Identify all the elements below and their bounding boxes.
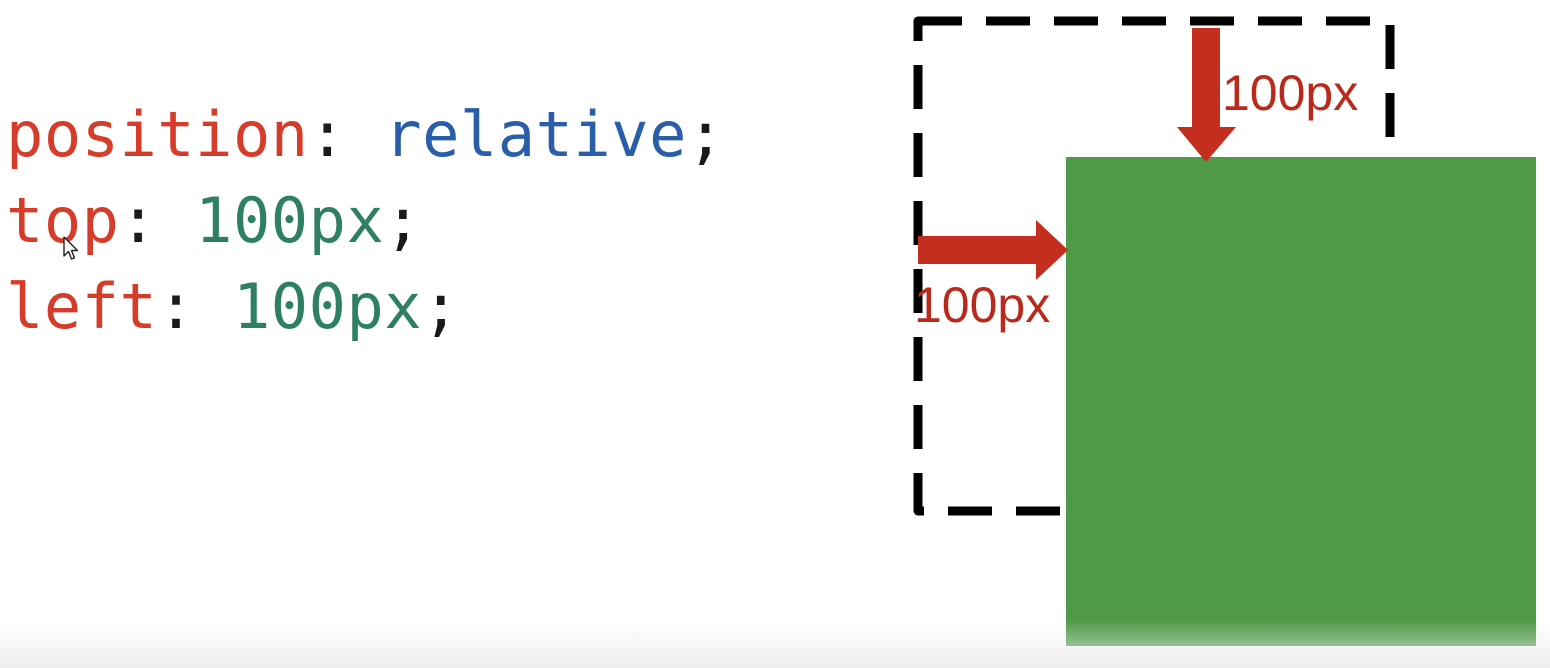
top-offset-label: 100px (1222, 65, 1358, 121)
position-diagram: 100px 100px (913, 16, 1536, 646)
positioned-box (1066, 157, 1536, 646)
left-offset-arrow (918, 220, 1068, 280)
bottom-fade (0, 620, 1550, 668)
left-offset-label: 100px (914, 277, 1050, 333)
slide: position: relative; top: 100px; left: 10… (0, 0, 1550, 668)
